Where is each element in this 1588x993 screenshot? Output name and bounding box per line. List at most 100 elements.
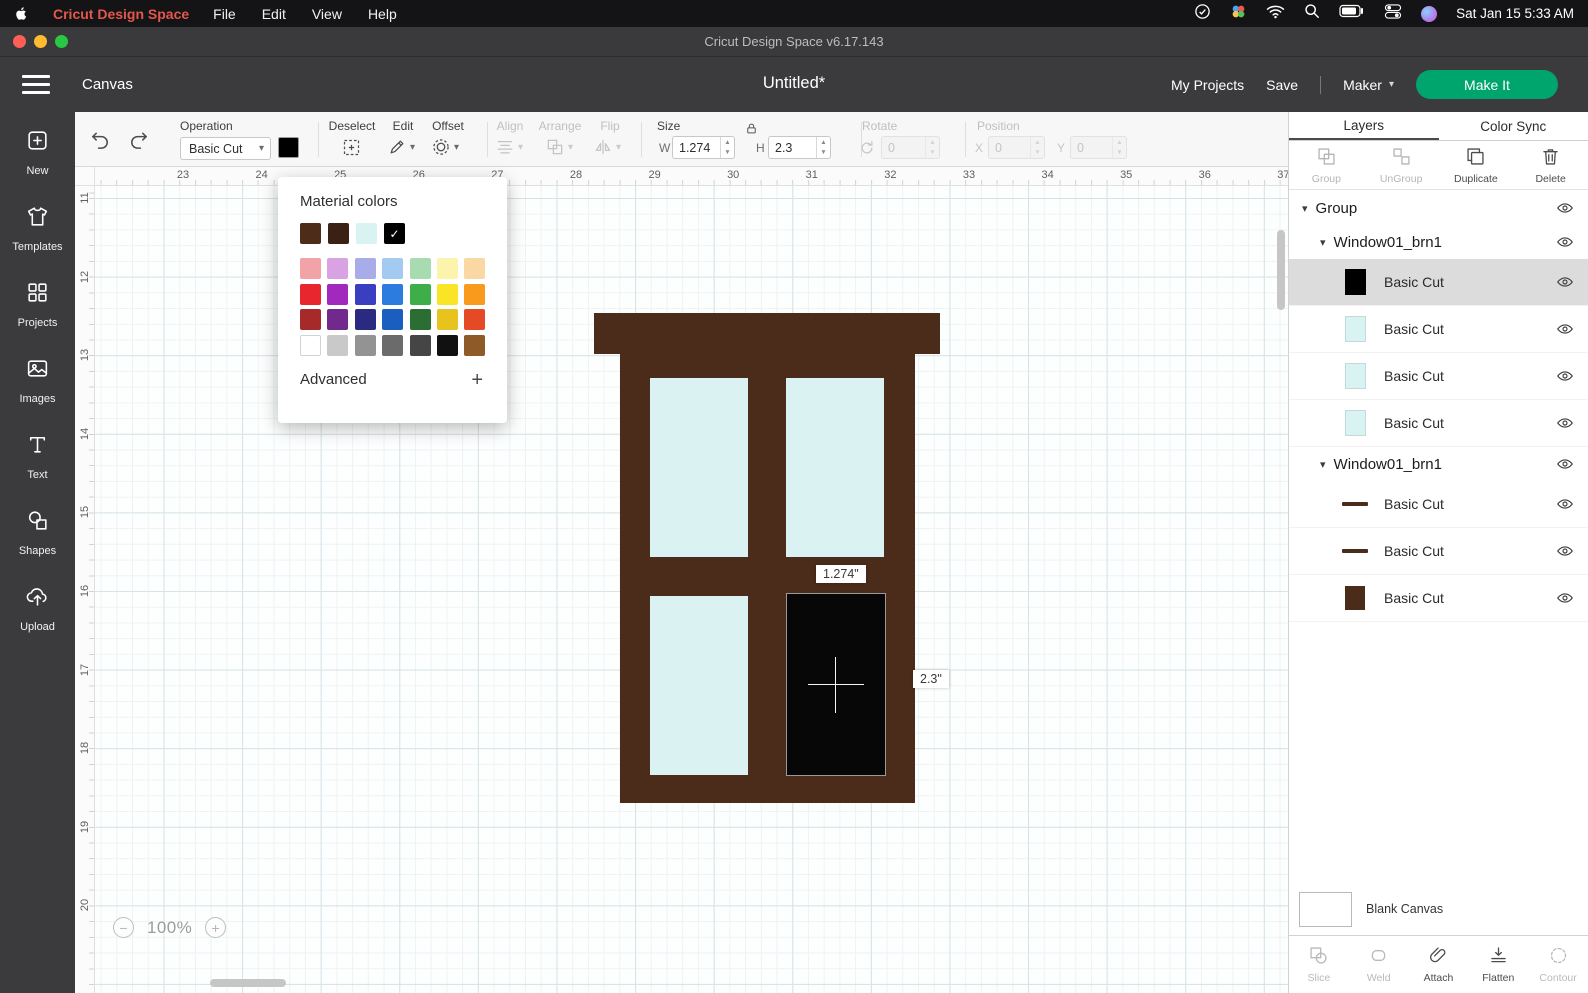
menu-item[interactable]: File	[213, 6, 236, 22]
apple-menu-icon[interactable]	[14, 5, 29, 22]
palette-swatch[interactable]	[354, 283, 376, 305]
material-swatch[interactable]	[300, 223, 321, 244]
close-button[interactable]	[13, 35, 26, 48]
align-button[interactable]: ▾	[495, 137, 523, 157]
palette-swatch[interactable]	[382, 258, 404, 279]
canvas-nav-label[interactable]: Canvas	[82, 76, 133, 93]
visibility-eye-icon[interactable]	[1556, 273, 1574, 291]
palette-swatch[interactable]	[327, 283, 349, 305]
visibility-eye-icon[interactable]	[1556, 455, 1574, 473]
visibility-eye-icon[interactable]	[1556, 199, 1574, 217]
menu-item[interactable]: View	[312, 6, 342, 22]
design-canvas[interactable]: 23 24 25 26 27 28 29 30 31 32 33 34 35 36 37 11 12 13 14 1…	[75, 167, 1288, 993]
redo-button[interactable]	[127, 128, 150, 151]
tab-color-sync[interactable]: Color Sync	[1439, 112, 1588, 140]
visibility-eye-icon[interactable]	[1556, 542, 1574, 560]
shape-window-pane[interactable]	[650, 378, 748, 557]
sidebar-item-projects[interactable]: Projects	[0, 266, 75, 342]
make-it-button[interactable]: Make It	[1416, 70, 1558, 99]
disclosure-triangle-icon[interactable]: ▾	[1320, 236, 1326, 249]
palette-swatch[interactable]	[464, 334, 486, 356]
palette-swatch[interactable]	[409, 258, 431, 279]
sidebar-item-images[interactable]: Images	[0, 342, 75, 418]
slice-button[interactable]: Slice	[1289, 945, 1349, 984]
sidebar-item-upload[interactable]: Upload	[0, 570, 75, 646]
duplicate-button[interactable]: Duplicate	[1439, 146, 1514, 185]
visibility-eye-icon[interactable]	[1556, 495, 1574, 513]
operation-color-swatch[interactable]	[278, 137, 299, 158]
visibility-eye-icon[interactable]	[1556, 414, 1574, 432]
disclosure-triangle-icon[interactable]: ▾	[1302, 202, 1308, 215]
menu-item[interactable]: Edit	[262, 6, 286, 22]
width-value[interactable]: 1.274	[673, 137, 720, 158]
material-swatch[interactable]	[384, 223, 405, 244]
palette-swatch[interactable]	[327, 334, 349, 356]
shape-window-lintel[interactable]	[594, 313, 940, 354]
palette-swatch[interactable]	[409, 334, 431, 356]
palette-swatch[interactable]	[300, 258, 321, 279]
flip-button[interactable]: ▾	[593, 137, 621, 157]
layer-group-row[interactable]: ▾ Window01_brn1	[1289, 447, 1588, 481]
sidebar-item-new[interactable]: New	[0, 114, 75, 190]
palette-swatch[interactable]	[300, 283, 321, 305]
sidebar-item-text[interactable]: Text	[0, 418, 75, 494]
palette-swatch[interactable]	[464, 258, 486, 279]
flatten-button[interactable]: Flatten	[1468, 945, 1528, 984]
pinwheel-icon[interactable]	[1230, 3, 1247, 25]
save-link[interactable]: Save	[1266, 77, 1298, 93]
advanced-plus-icon[interactable]: +	[471, 370, 483, 390]
operation-dropdown[interactable]: Basic Cut ▾	[180, 137, 271, 160]
ungroup-button[interactable]: UnGroup	[1364, 146, 1439, 185]
lock-aspect-icon[interactable]	[744, 121, 759, 141]
edit-button[interactable]: ▾	[387, 137, 415, 157]
material-swatch[interactable]	[328, 223, 349, 244]
attach-button[interactable]: Attach	[1409, 945, 1469, 984]
layer-row[interactable]: Basic Cut	[1289, 353, 1588, 400]
layer-row[interactable]: Basic Cut	[1289, 481, 1588, 528]
undo-button[interactable]	[89, 128, 112, 151]
layer-row[interactable]: Basic Cut	[1289, 575, 1588, 622]
palette-swatch[interactable]	[354, 258, 376, 279]
palette-swatch[interactable]	[300, 334, 321, 356]
palette-swatch[interactable]	[436, 334, 458, 356]
sidebar-item-templates[interactable]: Templates	[0, 190, 75, 266]
menubar-app-name[interactable]: Cricut Design Space	[53, 6, 189, 22]
disclosure-triangle-icon[interactable]: ▾	[1320, 458, 1326, 471]
layer-row[interactable]: Basic Cut	[1289, 528, 1588, 575]
shape-window-pane[interactable]	[786, 378, 884, 557]
position-x-input[interactable]: 0 ▲ ▼	[988, 136, 1045, 159]
layer-row[interactable]: Basic Cut	[1289, 400, 1588, 447]
palette-swatch[interactable]	[436, 283, 458, 305]
palette-swatch[interactable]	[464, 309, 486, 330]
wifi-icon[interactable]	[1266, 4, 1285, 24]
height-value[interactable]: 2.3	[769, 137, 816, 158]
menubar-clock[interactable]: Sat Jan 15 5:33 AM	[1456, 6, 1574, 21]
palette-swatch[interactable]	[382, 283, 404, 305]
sidebar-item-shapes[interactable]: Shapes	[0, 494, 75, 570]
minimize-button[interactable]	[34, 35, 47, 48]
horizontal-scrollbar[interactable]	[210, 979, 286, 987]
weld-button[interactable]: Weld	[1349, 945, 1409, 984]
palette-swatch[interactable]	[436, 258, 458, 279]
contour-button[interactable]: Contour	[1528, 945, 1588, 984]
palette-swatch[interactable]	[409, 283, 431, 305]
arrange-button[interactable]: ▾	[545, 137, 573, 157]
delete-button[interactable]: Delete	[1513, 146, 1588, 185]
shape-window-pane[interactable]	[650, 596, 748, 775]
palette-swatch[interactable]	[327, 258, 349, 279]
visibility-eye-icon[interactable]	[1556, 367, 1574, 385]
machine-selector[interactable]: Maker ▾	[1343, 77, 1394, 93]
palette-swatch[interactable]	[354, 334, 376, 356]
group-button[interactable]: Group	[1289, 146, 1364, 185]
width-stepper[interactable]: ▲ ▼	[720, 137, 734, 158]
palette-swatch[interactable]	[354, 309, 376, 330]
my-projects-link[interactable]: My Projects	[1171, 77, 1244, 93]
siri-icon[interactable]	[1421, 5, 1438, 22]
status-circle-icon[interactable]	[1194, 3, 1211, 25]
layer-group-row[interactable]: ▾ Window01_brn1	[1289, 225, 1588, 259]
palette-swatch[interactable]	[464, 283, 486, 305]
palette-swatch[interactable]	[327, 309, 349, 330]
advanced-label[interactable]: Advanced	[300, 371, 367, 388]
deselect-button[interactable]	[341, 137, 362, 158]
zoom-in-button[interactable]: +	[205, 917, 227, 938]
